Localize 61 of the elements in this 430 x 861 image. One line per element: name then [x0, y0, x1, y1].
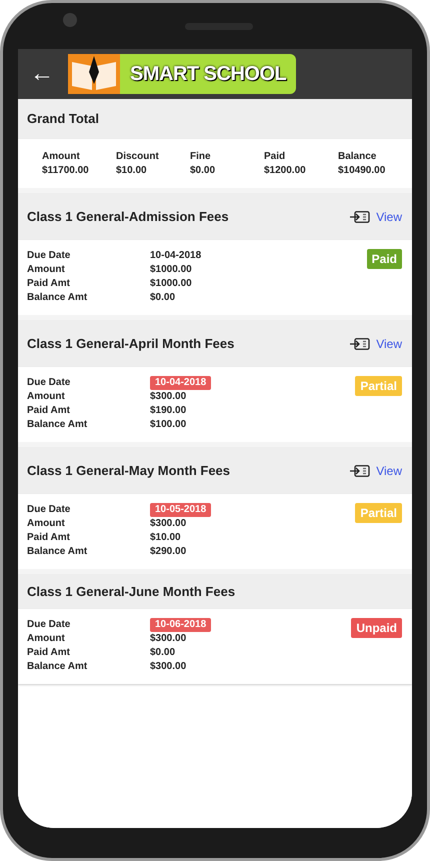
status-badge: Paid [366, 249, 402, 269]
fee-value: $1000.00 [150, 277, 192, 291]
fee-label: Paid Amt [27, 277, 71, 291]
fee-value: $1000.00 [150, 263, 192, 277]
book-icon [68, 54, 120, 94]
status-badge: Unpaid [351, 618, 402, 638]
receipt-icon [350, 338, 370, 350]
fee-label: Paid Amt [27, 404, 71, 418]
view-link[interactable]: View [350, 208, 402, 226]
fee-value: 10-04-2018 [150, 249, 202, 263]
total-label: Paid [264, 150, 286, 164]
fee-label: Paid Amt [27, 646, 71, 660]
receipt-icon [350, 210, 370, 222]
fee-value: $10.00 [150, 531, 181, 545]
section-title: Grand Total [27, 110, 99, 128]
fee-label: Due Date [27, 376, 72, 390]
due-date-tag: 10-06-2018 [150, 618, 212, 632]
logo-text: SMART SCHOOL [129, 62, 288, 87]
fee-value: $300.00 [150, 390, 186, 404]
fee-label: Balance Amt [27, 418, 88, 432]
fee-label: Due Date [27, 503, 72, 517]
fee-label: Due Date [27, 618, 72, 632]
status-badge: Partial [355, 503, 402, 523]
fee-label: Amount [27, 632, 66, 646]
fee-title: Class 1 General-April Month Fees [27, 334, 234, 353]
total-label: Fine [190, 150, 212, 164]
fee-value: $100.00 [150, 418, 186, 432]
fee-value: $290.00 [150, 545, 186, 559]
fee-title: Class 1 General-June Month Fees [27, 582, 236, 601]
fee-label: Balance Amt [27, 545, 88, 559]
fee-title: Class 1 General-Admission Fees [27, 208, 229, 226]
fee-value: $190.00 [150, 404, 186, 418]
total-value: $1200.00 [264, 164, 307, 178]
due-date-tag: 10-04-2018 [150, 376, 212, 390]
fee-label: Amount [27, 517, 66, 531]
total-label: Amount [42, 150, 81, 164]
receipt-icon [350, 464, 370, 476]
fee-label: Balance Amt [27, 291, 88, 305]
view-link[interactable]: View [350, 334, 402, 352]
fee-value: $0.00 [150, 646, 176, 660]
total-label: Balance [338, 150, 378, 164]
back-button[interactable]: ← [30, 62, 54, 86]
fee-label: Amount [27, 390, 66, 404]
fee-value: $300.00 [150, 632, 186, 646]
status-badge: Partial [355, 376, 402, 396]
fee-value: $0.00 [150, 291, 176, 305]
total-value: $0.00 [190, 164, 216, 178]
total-value: $11700.00 [42, 164, 90, 178]
fee-label: Paid Amt [27, 531, 71, 545]
fee-label: Amount [27, 263, 66, 277]
total-label: Discount [116, 150, 160, 164]
view-link[interactable]: View [350, 462, 402, 480]
camera-icon [63, 13, 77, 27]
total-value: $10490.00 [338, 164, 386, 178]
fee-title: Class 1 General-May Month Fees [27, 462, 230, 480]
fee-label: Due Date [27, 249, 72, 263]
due-date-tag: 10-05-2018 [150, 503, 212, 517]
total-value: $10.00 [116, 164, 148, 178]
fee-value: $300.00 [150, 660, 186, 674]
fee-value: $300.00 [150, 517, 186, 531]
fee-label: Balance Amt [27, 660, 88, 674]
